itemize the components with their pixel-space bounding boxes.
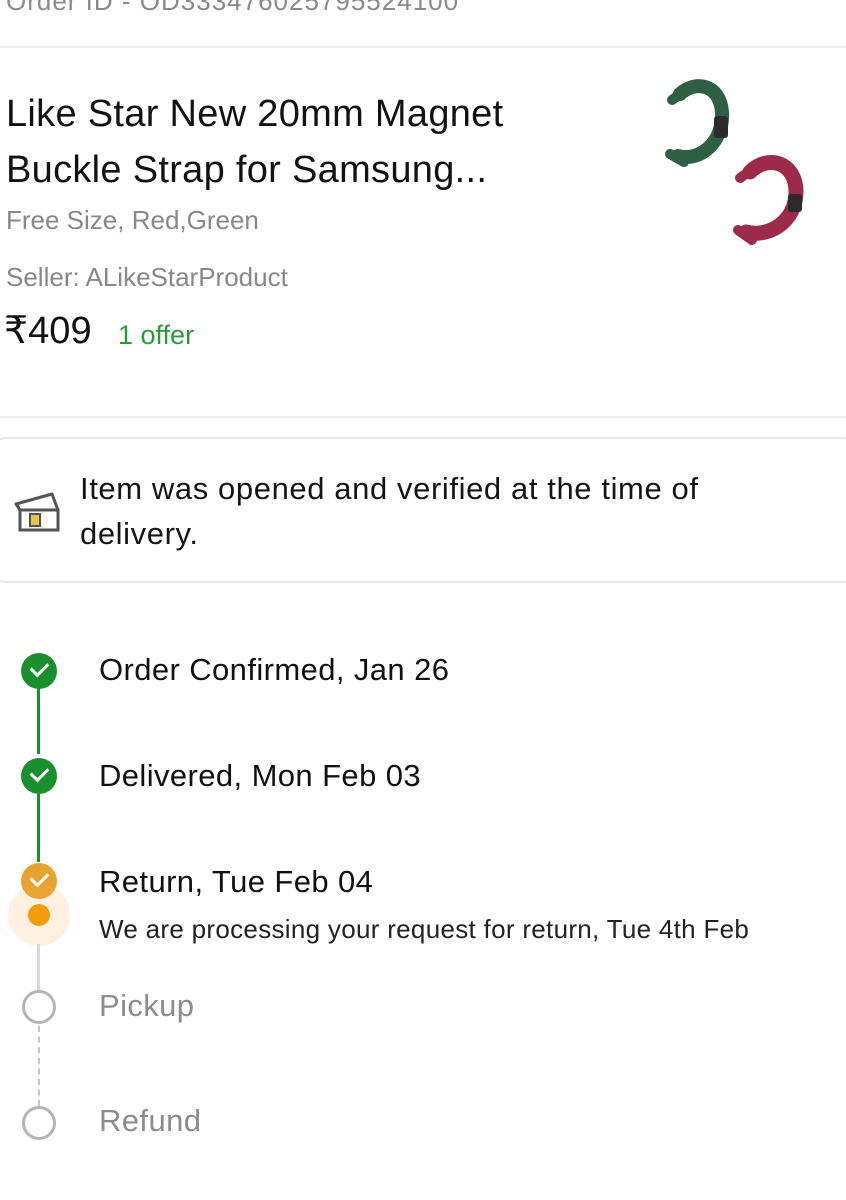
- step-confirmed-check-icon: [21, 653, 57, 689]
- watch-strap-image[interactable]: [650, 72, 820, 262]
- divider: [0, 416, 846, 418]
- order-id: Order ID - OD333476025795524100: [6, 0, 460, 16]
- step-return-detail: We are processing your request for retur…: [99, 914, 750, 944]
- product-variant: Free Size, Red,Green: [6, 205, 259, 235]
- current-status-dot: [28, 904, 50, 926]
- verification-text: Item was opened and verified at the time…: [80, 471, 699, 551]
- product-title[interactable]: Like Star New 20mm Magnet Buckle Strap f…: [6, 86, 606, 198]
- seller-name: Seller: ALikeStarProduct: [6, 262, 288, 292]
- timeline-connector: [38, 1026, 40, 1106]
- step-return: Return, Tue Feb 04: [99, 864, 374, 899]
- step-pickup-circle-icon: [22, 990, 56, 1024]
- step-order-confirmed: Order Confirmed, Jan 26: [99, 652, 450, 687]
- offer-link[interactable]: 1 offer: [118, 320, 194, 351]
- product-price: ₹409: [4, 310, 92, 352]
- timeline-connector: [37, 944, 40, 990]
- step-delivered: Delivered, Mon Feb 03: [99, 758, 422, 793]
- step-delivered-check-icon: [21, 758, 57, 794]
- step-pickup: Pickup: [99, 988, 195, 1023]
- timeline-connector: [37, 688, 40, 754]
- timeline-connector: [37, 794, 40, 862]
- step-refund: Refund: [99, 1103, 202, 1138]
- open-box-icon: [14, 492, 60, 532]
- divider: [0, 46, 846, 48]
- step-refund-circle-icon: [22, 1106, 56, 1140]
